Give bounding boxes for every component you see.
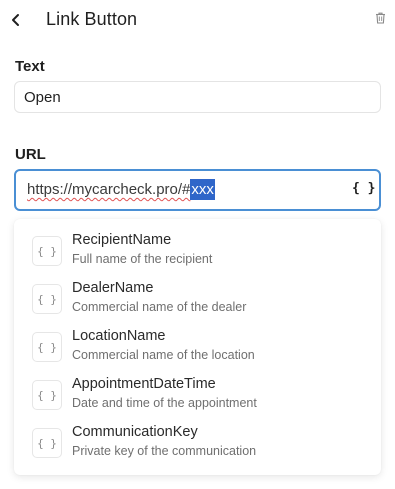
delete-button[interactable] (373, 10, 387, 26)
braces-icon: { } (32, 236, 62, 266)
trash-icon (375, 12, 385, 24)
item-name: LocationName (72, 328, 166, 344)
panel-header: Link Button (0, 0, 395, 40)
item-description: Private key of the communication (72, 444, 257, 458)
text-field-label: Text (15, 58, 45, 75)
page-title: Link Button (46, 9, 138, 29)
url-input-value: https://mycarcheck.pro/#xxx (27, 179, 215, 200)
dropdown-item-dealer-name[interactable]: { } DealerName Commercial name of the de… (14, 275, 381, 323)
braces-icon: { } (32, 284, 62, 314)
item-name: AppointmentDateTime (72, 376, 216, 392)
url-value-prefix: https://mycarcheck.pro/# (27, 181, 191, 198)
url-value-selection: xxx (190, 179, 215, 200)
item-description: Full name of the recipient (72, 252, 213, 266)
item-description: Commercial name of the dealer (72, 300, 247, 314)
item-name: DealerName (72, 280, 154, 296)
back-button[interactable] (6, 10, 26, 30)
url-input[interactable]: https://mycarcheck.pro/#xxx { } (14, 169, 381, 211)
item-name: RecipientName (72, 232, 172, 248)
braces-icon: { } (32, 332, 62, 362)
text-input[interactable]: Open (14, 81, 381, 113)
dropdown-item-appointment-date-time[interactable]: { } AppointmentDateTime Date and time of… (14, 371, 381, 419)
link-button-panel: Link Button Text Open URL https://mycarc… (0, 0, 395, 489)
braces-icon: { } (32, 428, 62, 458)
insert-variable-button[interactable]: { } (352, 181, 375, 196)
item-description: Date and time of the appointment (72, 396, 257, 410)
braces-icon: { } (32, 380, 62, 410)
dropdown-item-location-name[interactable]: { } LocationName Commercial name of the … (14, 323, 381, 371)
variable-dropdown: { } RecipientName Full name of the recip… (14, 219, 381, 475)
chevron-left-icon (12, 14, 19, 26)
dropdown-item-recipient-name[interactable]: { } RecipientName Full name of the recip… (14, 227, 381, 275)
item-description: Commercial name of the location (72, 348, 255, 362)
dropdown-item-communication-key[interactable]: { } CommunicationKey Private key of the … (14, 419, 381, 467)
url-field-label: URL (15, 146, 46, 163)
item-name: CommunicationKey (72, 424, 198, 440)
text-input-value: Open (24, 88, 61, 106)
